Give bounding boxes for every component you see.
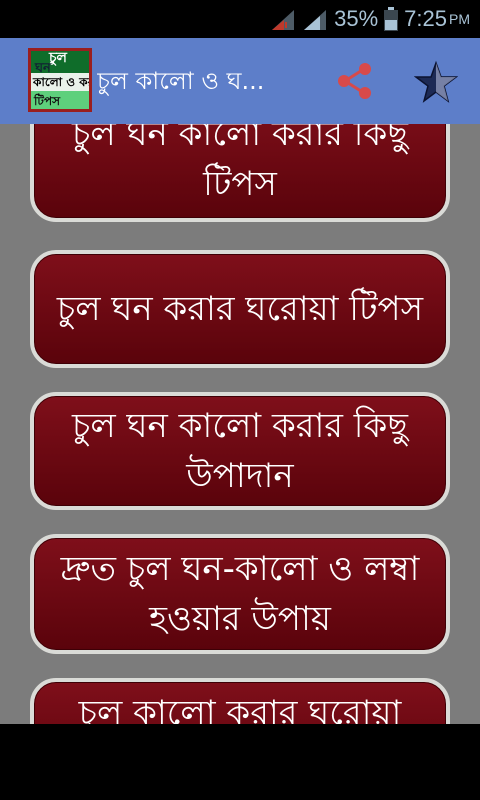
status-bar: 35% 7:25 PM [0, 0, 480, 38]
app-logo-word: চুল [49, 50, 67, 66]
list-item[interactable]: চুল ঘন কালো করার কিছু উপাদান [30, 392, 450, 510]
list-item[interactable]: চুল কালো করার ঘরোয়া [30, 678, 450, 724]
list-item-label: দ্রুত চুল ঘন-কালো ও লম্বা হওয়ার উপায় [60, 549, 420, 639]
app-logo-word: টিপস [34, 94, 61, 108]
share-icon[interactable] [334, 60, 376, 102]
app-logo-word: ঘন [35, 61, 51, 76]
tips-list[interactable]: চুল ঘন কালো করার কিছু টিপস চুল ঘন করার ঘ… [0, 124, 480, 724]
clock: 7:25 [404, 6, 447, 31]
action-bar: চুল ঘন কালো ও করার টিপস চুল কালো ও ঘ... [0, 38, 480, 124]
list-item[interactable]: দ্রুত চুল ঘন-কালো ও লম্বা হওয়ার উপায় [30, 534, 450, 654]
list-item-label: চুল ঘন কালো করার কিছু উপাদান [72, 406, 408, 496]
app-title: চুল কালো ও ঘ... [97, 67, 265, 95]
list-item-label: চুল ঘন কালো করার কিছু টিপস [72, 124, 408, 204]
app-logo-word: কালো ও করার [33, 75, 89, 89]
status-indicators: 35% 7:25 PM [270, 0, 470, 38]
signal-icon [304, 10, 327, 30]
signal-icon [272, 10, 295, 30]
clock-ampm: PM [449, 11, 470, 27]
list-item[interactable]: চুল ঘন কালো করার কিছু টিপস [30, 124, 450, 222]
battery-percent: 35% [334, 6, 379, 31]
app-logo[interactable]: চুল ঘন কালো ও করার টিপস [28, 48, 92, 112]
list-item[interactable]: চুল ঘন করার ঘরোয়া টিপস [30, 250, 450, 368]
list-item-label: চুল কালো করার ঘরোয়া [78, 693, 402, 724]
battery-icon [384, 7, 399, 31]
star-icon[interactable] [414, 60, 458, 104]
navigation-bar-area [0, 724, 480, 800]
list-item-label: চুল ঘন করার ঘরোয়া টিপস [56, 289, 424, 329]
